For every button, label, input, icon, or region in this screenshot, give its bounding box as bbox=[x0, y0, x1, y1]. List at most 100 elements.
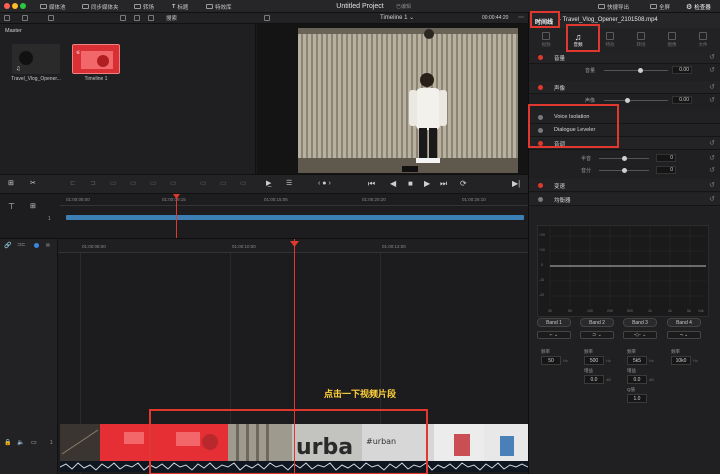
fullscreen-button[interactable]: 全屏 bbox=[650, 0, 670, 13]
audio-mute-icon[interactable]: 🔈 bbox=[17, 439, 24, 446]
band-3-button[interactable]: Band 3 bbox=[623, 318, 657, 327]
mini-playhead[interactable] bbox=[176, 194, 177, 238]
source-tape-icon[interactable]: ▶̲ bbox=[266, 180, 271, 188]
eq-enable-icon[interactable] bbox=[538, 197, 543, 202]
band-1-filter-select[interactable]: ⌐ ⌄ bbox=[537, 331, 571, 339]
cents-slider-knob[interactable] bbox=[622, 168, 627, 173]
position-lock-icon[interactable] bbox=[34, 243, 39, 248]
band-2-gain-value[interactable]: 0.0 bbox=[584, 375, 604, 384]
sync-bin-button[interactable]: 同步媒体夹 bbox=[82, 0, 119, 13]
reset-icon[interactable]: ↺ bbox=[709, 83, 715, 91]
mini-timeline-ruler[interactable]: 01:00:08:00 01:00:09:15 01:00:15:05 01:0… bbox=[60, 194, 528, 206]
close-window-icon[interactable] bbox=[4, 3, 10, 9]
cents-value[interactable]: 0 bbox=[656, 166, 676, 174]
reset-icon[interactable]: ↺ bbox=[709, 66, 715, 74]
minimize-window-icon[interactable] bbox=[12, 3, 18, 9]
list-view-icon[interactable] bbox=[22, 15, 28, 21]
reset-icon[interactable]: ↺ bbox=[709, 139, 715, 147]
eq-graph[interactable]: +20 +10 0 -10 -20 30 50 100 200 500 1k 2… bbox=[537, 225, 709, 317]
band-4-freq-value[interactable]: 10k0 bbox=[671, 356, 691, 365]
band-3-gain-value[interactable]: 0.0 bbox=[627, 375, 647, 384]
track-lock-icon[interactable]: 🔒 bbox=[4, 439, 11, 446]
titles-button[interactable]: T 标题 bbox=[172, 0, 188, 13]
semitone-value[interactable]: 0 bbox=[656, 154, 676, 162]
close-up-icon[interactable]: ▭ bbox=[200, 180, 207, 188]
edit-mode-icon[interactable]: ⊞ bbox=[8, 180, 14, 188]
timeline-view-icon[interactable]: ▤ bbox=[46, 242, 50, 247]
inspector-button[interactable]: ⚙ 检查器 bbox=[686, 0, 711, 13]
stop-icon[interactable]: ■ bbox=[408, 180, 413, 188]
bin-icon[interactable] bbox=[48, 15, 54, 21]
band-2-filter-select[interactable]: ⊃ ⌄ bbox=[580, 331, 614, 339]
pan-slider[interactable] bbox=[604, 100, 668, 101]
append-icon[interactable]: ▭ bbox=[220, 180, 227, 188]
maximize-window-icon[interactable] bbox=[20, 3, 26, 9]
reset-icon[interactable]: ↺ bbox=[709, 96, 715, 104]
snap-icon[interactable]: ⊐⊏ bbox=[17, 242, 25, 248]
replace-icon[interactable]: ▭ bbox=[110, 180, 117, 188]
reset-icon[interactable]: ↺ bbox=[709, 181, 715, 189]
media-pool-button[interactable]: 媒体池 bbox=[40, 0, 66, 13]
volume-value[interactable]: 0.00 bbox=[672, 66, 692, 74]
track-monitor-icon[interactable]: ▭ bbox=[31, 439, 37, 446]
pan-enable-icon[interactable] bbox=[538, 85, 543, 90]
eq-section[interactable]: 均衡器 ↺ bbox=[529, 193, 720, 206]
video-frame[interactable] bbox=[298, 28, 518, 173]
ripple-overwrite-icon[interactable]: ▭ bbox=[170, 180, 177, 188]
reset-icon[interactable]: ↺ bbox=[709, 154, 715, 162]
timeline-selector[interactable]: Timeline 1 ⌄ bbox=[380, 14, 414, 21]
transition-button[interactable]: 转场 bbox=[134, 0, 154, 13]
reset-icon[interactable]: ↺ bbox=[709, 53, 715, 61]
play-icon[interactable]: ▶ bbox=[424, 180, 430, 188]
band-1-button[interactable]: Band 1 bbox=[537, 318, 571, 327]
reverse-play-icon[interactable]: ◀ bbox=[390, 180, 396, 188]
source-overwrite-icon[interactable]: ▭ bbox=[240, 180, 247, 188]
reset-icon[interactable]: ↺ bbox=[709, 166, 715, 174]
timeline-clip-thumbnail[interactable]: ⚟ bbox=[72, 44, 120, 74]
volume-slider[interactable] bbox=[604, 70, 668, 71]
reset-icon[interactable]: ↺ bbox=[709, 195, 715, 203]
blade-icon[interactable]: ✂ bbox=[30, 180, 36, 188]
media-clip-thumbnail[interactable]: ♫ bbox=[12, 44, 60, 74]
track-select-icon[interactable]: ⊤ bbox=[8, 202, 15, 211]
volume-enable-icon[interactable] bbox=[538, 55, 543, 60]
pan-slider-knob[interactable] bbox=[625, 98, 630, 103]
volume-section[interactable]: 音量 ↺ bbox=[529, 51, 720, 64]
band-3-freq-value[interactable]: 5k5 bbox=[627, 356, 647, 365]
pan-section[interactable]: 声像 ↺ bbox=[529, 81, 720, 94]
quick-export-button[interactable]: 快捷导出 bbox=[598, 0, 629, 13]
band-1-freq-value[interactable]: 50 bbox=[541, 356, 561, 365]
place-on-top-icon[interactable]: ▭ bbox=[150, 180, 157, 188]
mini-timeline-clip[interactable] bbox=[66, 215, 524, 220]
effects-button[interactable]: 特效库 bbox=[206, 0, 232, 13]
next-clip-icon[interactable]: ▶| bbox=[512, 180, 520, 188]
fit-to-fill-icon[interactable]: ▭ bbox=[130, 180, 137, 188]
band-2-freq-value[interactable]: 500 bbox=[584, 356, 604, 365]
tab-transition[interactable]: 转场 bbox=[626, 32, 656, 48]
search-button[interactable]: 搜索 bbox=[166, 14, 177, 22]
tab-image[interactable]: 图像 bbox=[657, 32, 687, 48]
viewer-layout-icon[interactable] bbox=[264, 15, 270, 21]
loop-icon[interactable]: ⟳ bbox=[460, 180, 467, 188]
band-3-filter-select[interactable]: -◇- ⌄ bbox=[623, 331, 657, 339]
speed-enable-icon[interactable] bbox=[538, 183, 543, 188]
speed-section[interactable]: 变速 ↺ bbox=[529, 179, 720, 192]
tab-file[interactable]: 文件 bbox=[688, 32, 718, 48]
semitone-slider-knob[interactable] bbox=[622, 156, 627, 161]
insert-icon[interactable]: ⊏ bbox=[70, 180, 76, 188]
thumbnail-view-icon[interactable] bbox=[120, 15, 126, 21]
band-4-filter-select[interactable]: ¬ ⌄ bbox=[667, 331, 701, 339]
band-3-q-value[interactable]: 1.0 bbox=[627, 394, 647, 403]
sidebar-toggle-icon[interactable] bbox=[4, 15, 10, 21]
band-4-button[interactable]: Band 4 bbox=[667, 318, 701, 327]
grid-view-icon[interactable] bbox=[134, 15, 140, 21]
link-icon[interactable]: 🔗 bbox=[4, 242, 11, 249]
zoom-fit-icon[interactable]: ⊞ bbox=[30, 202, 36, 210]
jog-control-icon[interactable]: ‹ ● › bbox=[318, 180, 331, 188]
sort-icon[interactable] bbox=[148, 15, 154, 21]
jump-to-start-icon[interactable]: ⏮ bbox=[368, 180, 375, 188]
pan-value[interactable]: 0.00 bbox=[672, 96, 692, 104]
more-options-icon[interactable]: ⋯ bbox=[518, 14, 524, 21]
volume-slider-knob[interactable] bbox=[638, 68, 643, 73]
jump-to-end-icon[interactable]: ⏭ bbox=[440, 180, 447, 188]
